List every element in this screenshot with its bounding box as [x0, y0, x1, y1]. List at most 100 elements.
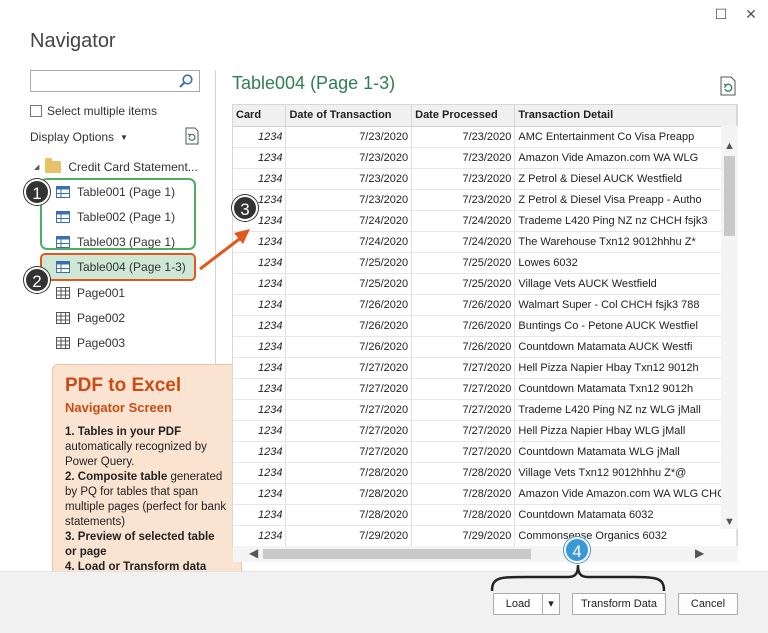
cell-date-processed: 7/27/2020 [411, 357, 516, 379]
cell-date-processed: 7/27/2020 [411, 399, 516, 421]
vertical-scroll-thumb[interactable] [724, 156, 735, 236]
tree-item-label: Table002 (Page 1) [77, 210, 176, 224]
tree-item-table004-selected[interactable]: Table004 (Page 1-3) [56, 260, 186, 274]
select-multiple-checkbox[interactable]: Select multiple items [30, 104, 157, 118]
buttons-brace [490, 564, 666, 592]
tree-item-table003[interactable]: Table003 (Page 1) [56, 235, 175, 249]
cell-date-of-transaction: 7/25/2020 [285, 252, 413, 274]
preview-arrow [199, 229, 250, 271]
collapse-triangle-icon[interactable]: ◢ [34, 163, 39, 171]
table-header-row: Card Date of Transaction Date Processed … [233, 105, 737, 127]
cell-date-processed: 7/28/2020 [411, 483, 516, 505]
cell-date-processed: 7/23/2020 [411, 147, 516, 169]
cell-date-processed: 7/26/2020 [411, 294, 516, 316]
cell-card: 1234 [233, 357, 287, 379]
tree-item-page003[interactable]: Page003 [56, 336, 125, 350]
cancel-button[interactable]: Cancel [678, 593, 738, 615]
callout-point-1: 1. Tables in your PDF automatically reco… [65, 426, 207, 468]
scroll-up-icon[interactable]: ▲ [721, 140, 738, 152]
scroll-left-icon[interactable]: ◀ [249, 546, 258, 560]
tree-item-label: Page002 [77, 311, 126, 325]
page-grid-icon [56, 312, 70, 324]
dialog-title: Navigator [30, 30, 116, 52]
cell-card: 1234 [233, 273, 287, 295]
cell-transaction-detail: Amazon Vide Amazon.com WA WLG CHCH [514, 483, 737, 505]
table-row: 1234 7/27/2020 7/27/2020 Countdown Matamata… [233, 378, 737, 400]
scroll-right-icon[interactable]: ▶ [695, 546, 704, 560]
search-input[interactable] [31, 71, 171, 91]
table-row: 1234 7/26/2020 7/26/2020 Buntings Co - Peto… [233, 315, 737, 337]
cell-date-of-transaction: 7/23/2020 [285, 189, 413, 211]
column-header-transaction-detail[interactable]: Transaction Detail [514, 105, 737, 127]
refresh-preview-icon[interactable] [719, 76, 737, 96]
table-row: 1234 7/28/2020 7/28/2020 Village Vets Txn12… [233, 462, 737, 484]
cell-transaction-detail: Village Vets AUCK Westfield [514, 273, 737, 295]
tree-item-page002[interactable]: Page002 [56, 311, 125, 325]
cell-card: 1234 [233, 294, 287, 316]
column-header-card[interactable]: Card [233, 105, 287, 127]
tree-item-label: Table004 (Page 1-3) [77, 260, 186, 274]
cell-date-of-transaction: 7/26/2020 [285, 294, 413, 316]
cell-date-of-transaction: 7/24/2020 [285, 231, 413, 253]
cell-date-of-transaction: 7/26/2020 [285, 315, 413, 337]
cell-card: 1234 [233, 168, 287, 190]
table-row: 1234 7/23/2020 7/23/2020 Z Petrol & Diesel … [233, 189, 737, 211]
scroll-down-icon[interactable]: ▼ [721, 516, 738, 528]
column-header-date-of-transaction[interactable]: Date of Transaction [285, 105, 413, 127]
cell-date-processed: 7/25/2020 [411, 252, 516, 274]
table-row: 1234 7/23/2020 7/23/2020 AMC Entertainment … [233, 126, 737, 148]
maximize-button[interactable]: ☐ [711, 6, 731, 24]
cell-date-processed: 7/28/2020 [411, 504, 516, 526]
preview-table: Card Date of Transaction Date Processed … [233, 105, 737, 546]
cell-transaction-detail: Countdown Matamata 6032 [514, 504, 737, 526]
transform-data-button[interactable]: Transform Data [572, 593, 666, 615]
cell-card: 1234 [233, 420, 287, 442]
table-row: 1234 7/27/2020 7/27/2020 Countdown Matamata… [233, 441, 737, 463]
table-row: 1234 7/25/2020 7/25/2020 Lowes 6032 [233, 252, 737, 274]
cell-date-of-transaction: 7/27/2020 [285, 357, 413, 379]
step-badge-1: 1 [24, 179, 50, 205]
cell-date-of-transaction: 7/29/2020 [285, 525, 413, 546]
cell-card: 1234 [233, 504, 287, 526]
cell-date-processed: 7/25/2020 [411, 273, 516, 295]
tree-item-page001[interactable]: Page001 [56, 286, 125, 300]
cell-transaction-detail: The Warehouse Txn12 9012hhhu Z* [514, 231, 737, 253]
cell-date-of-transaction: 7/23/2020 [285, 168, 413, 190]
display-options-dropdown[interactable]: Display Options ▼ [30, 130, 128, 144]
load-dropdown-button[interactable]: ▾ [542, 593, 560, 615]
table-row: 1234 7/26/2020 7/26/2020 Walmart Super - Co… [233, 294, 737, 316]
step-badge-2: 2 [24, 267, 50, 293]
search-box[interactable] [30, 70, 200, 92]
tree-item-table002[interactable]: Table002 (Page 1) [56, 210, 175, 224]
table-row: 1234 7/29/2020 7/29/2020 Commonsense Organi… [233, 525, 737, 546]
cell-date-processed: 7/27/2020 [411, 441, 516, 463]
cell-card: 1234 [233, 525, 287, 546]
search-icon[interactable] [178, 73, 194, 89]
step-badge-3: 3 [232, 195, 258, 221]
callout-title: PDF to Excel [65, 375, 182, 396]
table-row: 1234 7/28/2020 7/28/2020 Amazon Vide Amazon… [233, 483, 737, 505]
cell-date-of-transaction: 7/28/2020 [285, 462, 413, 484]
cell-date-of-transaction: 7/27/2020 [285, 378, 413, 400]
vertical-scrollbar[interactable]: ▲ ▼ [721, 126, 738, 529]
load-button[interactable]: Load [493, 593, 543, 615]
horizontal-scrollbar[interactable]: ◀ ▶ [233, 546, 738, 562]
cell-transaction-detail: Z Petrol & Diesel Visa Preapp - Autho [514, 189, 737, 211]
close-button[interactable]: ✕ [741, 6, 761, 24]
cell-transaction-detail: AMC Entertainment Co Visa Preapp [514, 126, 737, 148]
cell-transaction-detail: Countdown Matamata WLG jMall [514, 441, 737, 463]
page-grid-icon [56, 287, 70, 299]
table-row: 1234 7/28/2020 7/28/2020 Countdown Matamata… [233, 504, 737, 526]
horizontal-scroll-thumb[interactable] [263, 549, 531, 559]
checkbox-box[interactable] [30, 105, 42, 117]
tree-root-folder[interactable]: ◢ Credit Card Statement... [34, 158, 198, 174]
cell-date-processed: 7/24/2020 [411, 210, 516, 232]
callout-point-3: 3. Preview of selected table or page [65, 531, 215, 558]
column-header-date-processed[interactable]: Date Processed [411, 105, 516, 127]
refresh-icon[interactable] [184, 127, 200, 145]
cell-date-of-transaction: 7/27/2020 [285, 420, 413, 442]
table-row: 1234 7/27/2020 7/27/2020 Hell Pizza Napier … [233, 420, 737, 442]
cell-date-processed: 7/26/2020 [411, 336, 516, 358]
tree-item-table001[interactable]: Table001 (Page 1) [56, 185, 175, 199]
cell-date-processed: 7/23/2020 [411, 126, 516, 148]
